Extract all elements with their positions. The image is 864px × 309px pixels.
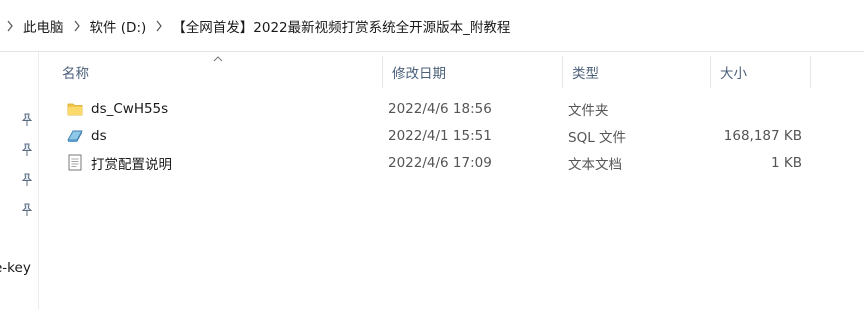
- folder-icon: [66, 100, 84, 118]
- file-size: 1 KB: [771, 154, 802, 171]
- file-date: 2022/4/1 15:51: [388, 127, 492, 144]
- column-divider[interactable]: [810, 56, 811, 88]
- column-header-name[interactable]: 名称: [52, 56, 382, 88]
- pin-icon[interactable]: [20, 143, 34, 157]
- file-size: 168,187 KB: [723, 127, 802, 144]
- file-row[interactable]: 打赏配置说明 2022/4/6 17:09 文本文档 1 KB: [52, 149, 812, 176]
- breadcrumb-current-folder[interactable]: 【全网首发】2022最新视频打赏系统全开源版本_附教程: [172, 16, 510, 36]
- file-row[interactable]: ds_CwH55s 2022/4/6 18:56 文件夹: [52, 95, 812, 122]
- chevron-right-icon[interactable]: [73, 20, 81, 32]
- file-name: ds_CwH55s: [91, 100, 169, 117]
- pin-icon[interactable]: [20, 113, 34, 127]
- column-header-size[interactable]: 大小: [710, 56, 810, 88]
- sql-file-icon: [66, 127, 84, 145]
- nav-item-partial[interactable]: e-key: [0, 260, 31, 276]
- file-row[interactable]: ds 2022/4/1 15:51 SQL 文件 168,187 KB: [52, 122, 812, 149]
- file-name: ds: [91, 127, 107, 144]
- file-type: SQL 文件: [568, 129, 627, 146]
- chevron-right-icon: [6, 20, 14, 32]
- column-header-date[interactable]: 修改日期: [382, 56, 562, 88]
- file-type: 文件夹: [568, 102, 609, 119]
- file-name: 打赏配置说明: [91, 156, 172, 173]
- file-date: 2022/4/6 17:09: [388, 154, 492, 171]
- pin-icon[interactable]: [20, 173, 34, 187]
- breadcrumb-drive-d[interactable]: 软件 (D:): [90, 16, 147, 36]
- column-header-row: 名称 修改日期 类型 大小: [52, 56, 864, 88]
- breadcrumb-this-pc[interactable]: 此电脑: [23, 16, 64, 36]
- file-size: [702, 95, 802, 122]
- column-header-type[interactable]: 类型: [562, 56, 710, 88]
- pin-icon[interactable]: [20, 203, 34, 217]
- file-date: 2022/4/6 18:56: [388, 100, 492, 117]
- file-type: 文本文档: [568, 156, 622, 173]
- text-file-icon: [66, 154, 84, 172]
- chevron-right-icon[interactable]: [155, 20, 163, 32]
- navigation-pane[interactable]: e-key: [0, 52, 39, 309]
- breadcrumb[interactable]: 此电脑 软件 (D:) 【全网首发】2022最新视频打赏系统全开源版本_附教程: [0, 0, 864, 52]
